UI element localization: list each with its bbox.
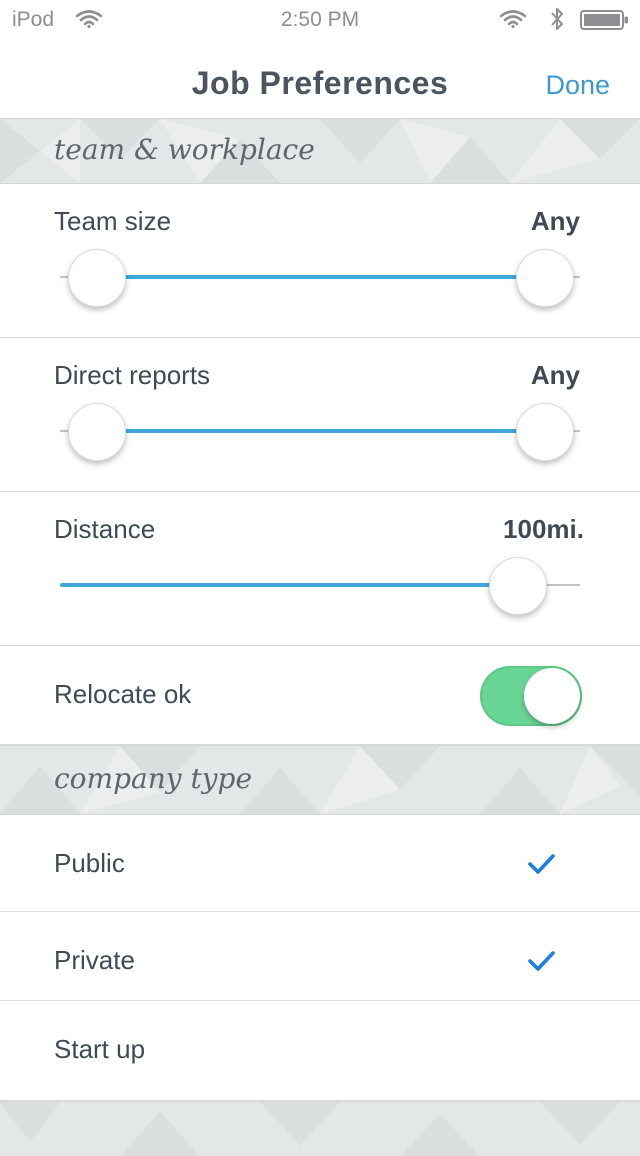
distance-label: Distance: [54, 514, 156, 544]
bluetooth-icon: [550, 6, 564, 38]
section-label-company-type: company type: [54, 762, 253, 795]
direct-reports-slider[interactable]: [60, 401, 580, 461]
company-type-startup-label: Start up: [54, 1034, 146, 1064]
team-size-value: Any: [530, 206, 580, 236]
direct-reports-label: Direct reports: [54, 360, 211, 390]
team-size-row: Team size Any: [0, 184, 640, 338]
company-type-startup-row[interactable]: Start up: [0, 1001, 640, 1101]
team-size-label: Team size: [54, 206, 172, 236]
direct-reports-max-handle[interactable]: [516, 403, 574, 461]
relocate-row: Relocate ok: [0, 646, 640, 745]
background-pattern: [0, 1102, 620, 1156]
section-header-company-type: company type: [0, 745, 640, 815]
team-size-max-handle[interactable]: [516, 249, 574, 307]
done-button[interactable]: Done: [545, 70, 610, 101]
section-label-team-workplace: team & workplace: [54, 133, 315, 166]
company-type-private-row[interactable]: Private: [0, 912, 640, 1001]
navigation-bar: Job Preferences Done: [0, 40, 640, 118]
page-title: Job Preferences: [191, 65, 449, 101]
toggle-knob: [524, 668, 580, 724]
direct-reports-row: Direct reports Any: [0, 338, 640, 492]
company-type-public-row[interactable]: Public: [0, 815, 640, 912]
relocate-label: Relocate ok: [54, 679, 192, 709]
checkmark-icon: [528, 951, 555, 971]
distance-handle[interactable]: [489, 557, 548, 615]
footer-pattern: [0, 1101, 640, 1156]
team-size-slider[interactable]: [60, 247, 580, 307]
status-bar: iPod 2:50 PM: [0, 0, 640, 40]
distance-value: 100mi.: [503, 514, 584, 544]
wifi-signal-icon: [499, 10, 527, 34]
direct-reports-value: Any: [530, 360, 580, 390]
status-time: 2:50 PM: [280, 8, 360, 31]
slider-fill: [60, 583, 518, 587]
checkmark-icon: [528, 854, 555, 874]
slider-fill: [96, 275, 544, 279]
battery-icon: [580, 10, 630, 36]
direct-reports-min-handle[interactable]: [68, 403, 126, 461]
company-type-private-label: Private: [54, 945, 135, 975]
distance-slider[interactable]: [60, 555, 580, 615]
distance-row: Distance 100mi.: [0, 492, 640, 646]
team-size-min-handle[interactable]: [68, 249, 126, 307]
relocate-toggle[interactable]: [480, 666, 582, 726]
section-header-team-workplace: team & workplace: [0, 118, 640, 184]
slider-fill: [96, 429, 544, 433]
company-type-public-label: Public: [54, 848, 125, 878]
